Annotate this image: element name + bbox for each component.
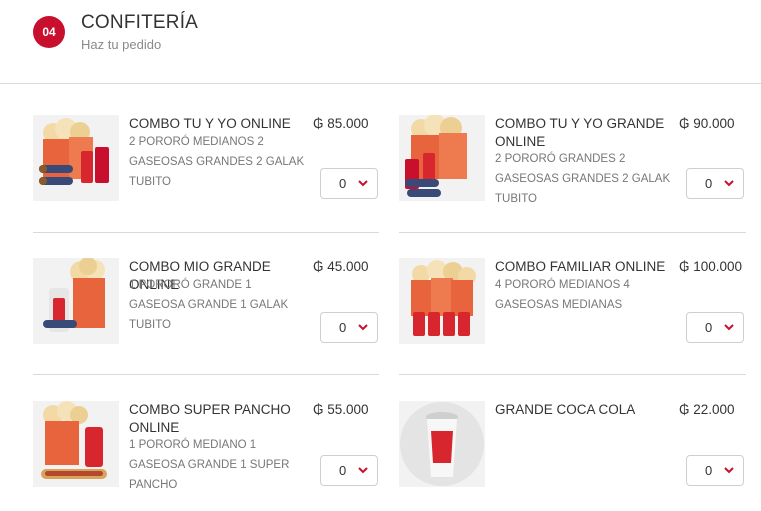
section-header: 04 CONFITERÍA Haz tu pedido: [0, 0, 761, 84]
quantity-value: 0: [705, 176, 713, 191]
product-description: 2 PORORÓ GRANDES 2 GASEOSAS GRANDES 2 GA…: [495, 153, 671, 205]
quantity-value: 0: [339, 320, 347, 335]
popcorn-combo-2-large-icon: [399, 115, 485, 201]
chevron-down-icon: [358, 324, 368, 331]
product-description: 4 PORORÓ MEDIANOS 4 GASEOSAS MEDIANAS: [495, 279, 630, 311]
product-name: COMBO TU Y YO ONLINE: [129, 116, 291, 131]
quantity-value: 0: [339, 176, 347, 191]
divider: [399, 232, 746, 233]
chevron-down-icon: [724, 180, 734, 187]
quantity-value: 0: [339, 463, 347, 478]
soda-cup-icon: [399, 401, 485, 487]
chevron-down-icon: [724, 467, 734, 474]
product-price: ₲ 85.000: [313, 116, 369, 131]
product-name: COMBO SUPER PANCHO ONLINE: [129, 402, 291, 435]
product-card: COMBO TU Y YO ONLINE ₲ 85.000 2 PORORÓ M…: [33, 115, 380, 225]
step-badge: 04: [33, 16, 65, 48]
product-name: COMBO TU Y YO GRANDE ONLINE: [495, 116, 665, 149]
product-card: COMBO SUPER PANCHO ONLINE ₲ 55.000 1 POR…: [33, 401, 380, 511]
section-title: CONFITERÍA: [81, 12, 199, 33]
popcorn-family-combo-icon: [399, 258, 485, 344]
product-name: COMBO FAMILIAR ONLINE: [495, 259, 666, 274]
product-card: COMBO FAMILIAR ONLINE ₲ 100.000 4 PORORÓ…: [399, 258, 746, 368]
product-price: ₲ 55.000: [313, 402, 369, 417]
quantity-select[interactable]: 0: [320, 312, 378, 343]
chevron-down-icon: [358, 467, 368, 474]
chevron-down-icon: [724, 324, 734, 331]
product-price: ₲ 100.000: [679, 259, 743, 274]
quantity-select[interactable]: 0: [320, 168, 378, 199]
divider: [399, 374, 746, 375]
chevron-down-icon: [358, 180, 368, 187]
product-price: ₲ 22.000: [679, 402, 735, 417]
popcorn-combo-2-icon: [33, 115, 119, 201]
divider: [33, 232, 379, 233]
product-price: ₲ 90.000: [679, 116, 735, 131]
product-price: ₲ 45.000: [313, 259, 369, 274]
quantity-select[interactable]: 0: [686, 312, 744, 343]
popcorn-combo-1-icon: [33, 258, 119, 344]
product-card: COMBO TU Y YO GRANDE ONLINE ₲ 90.000 2 P…: [399, 115, 746, 225]
divider: [33, 374, 379, 375]
quantity-select[interactable]: 0: [686, 455, 744, 486]
product-card: COMBO MIO GRANDE ONLINE ₲ 45.000 1 POROR…: [33, 258, 380, 368]
popcorn-hotdog-combo-icon: [33, 401, 119, 487]
section-subtitle: Haz tu pedido: [81, 37, 162, 52]
product-description: 2 PORORÓ MEDIANOS 2 GASEOSAS GRANDES 2 G…: [129, 136, 305, 188]
product-name: GRANDE COCA COLA: [495, 402, 636, 417]
quantity-select[interactable]: 0: [686, 168, 744, 199]
product-description: 1 PORORÓ GRANDE 1 GASEOSA GRANDE 1 GALAK…: [129, 279, 289, 331]
product-card: GRANDE COCA COLA ₲ 22.000 0: [399, 401, 746, 511]
quantity-select[interactable]: 0: [320, 455, 378, 486]
product-description: 1 PORORÓ MEDIANO 1 GASEOSA GRANDE 1 SUPE…: [129, 439, 290, 491]
quantity-value: 0: [705, 320, 713, 335]
quantity-value: 0: [705, 463, 713, 478]
